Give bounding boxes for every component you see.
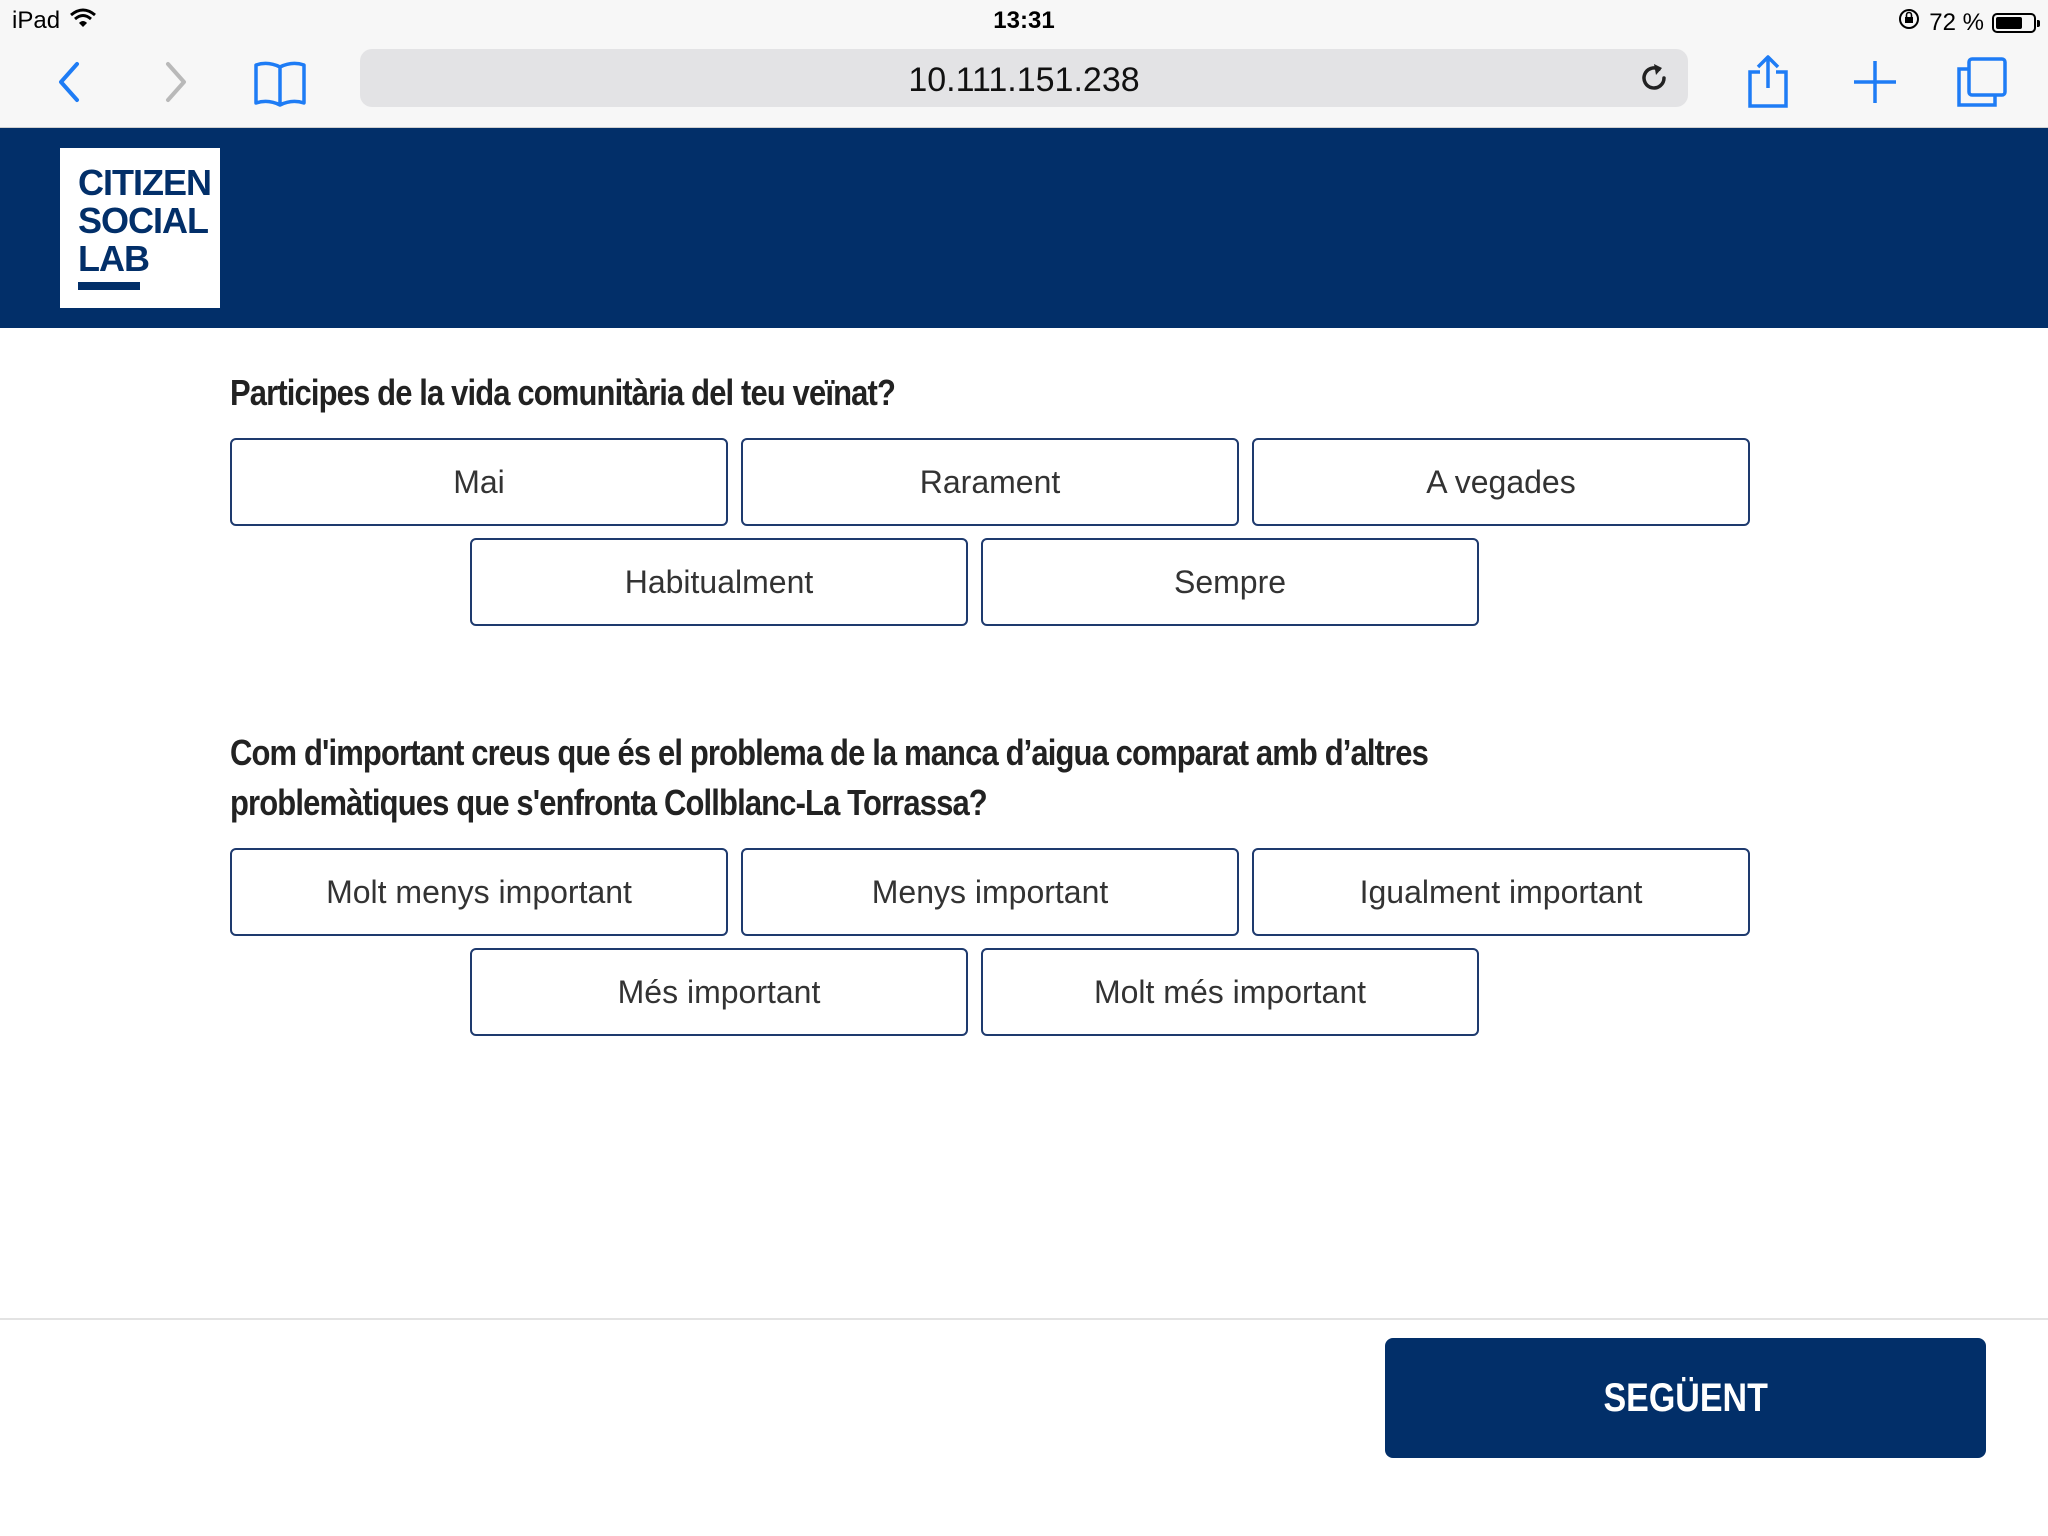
- q2-option-molt-mes-important[interactable]: Molt més important: [981, 948, 1479, 1036]
- address-bar[interactable]: 10.111.151.238: [360, 49, 1688, 107]
- share-icon[interactable]: [1738, 52, 1798, 112]
- status-time: 13:31: [993, 7, 1055, 34]
- tabs-icon[interactable]: [1952, 52, 2012, 112]
- q1-option-a-vegades[interactable]: A vegades: [1252, 438, 1750, 526]
- logo-underline: [78, 282, 140, 290]
- battery-level: [1996, 16, 2022, 29]
- status-bar: iPad 13:31 72 %: [0, 0, 2048, 44]
- back-icon[interactable]: [40, 52, 100, 112]
- site-header: CITIZEN SOCIAL LAB: [0, 128, 2048, 328]
- question-2-title: Com d'important creus que és el problema…: [230, 732, 1429, 823]
- browser-toolbar: 10.111.151.238: [0, 44, 2048, 128]
- q1-option-habitualment[interactable]: Habitualment: [470, 538, 968, 626]
- orientation-lock-icon: [1897, 7, 1921, 38]
- q1-option-rarament[interactable]: Rarament: [741, 438, 1239, 526]
- battery-icon: [1992, 12, 2040, 33]
- q2-option-mes-important[interactable]: Més important: [470, 948, 968, 1036]
- q1-option-mai[interactable]: Mai: [230, 438, 728, 526]
- battery-percentage: 72 %: [1929, 8, 1984, 36]
- logo-line-1: CITIZEN: [78, 162, 212, 203]
- q2-option-igualment-important[interactable]: Igualment important: [1252, 848, 1750, 936]
- new-tab-icon[interactable]: [1845, 52, 1905, 112]
- question-1-title: Participes de la vida comunitària del te…: [230, 372, 896, 413]
- status-right: 72 %: [1897, 7, 2040, 38]
- bookmarks-icon[interactable]: [250, 52, 310, 112]
- next-button[interactable]: SEGÜENT: [1385, 1338, 1986, 1458]
- footer-divider: [0, 1318, 2048, 1320]
- citizen-social-lab-logo[interactable]: CITIZEN SOCIAL LAB: [60, 148, 220, 308]
- logo-line-3: LAB: [78, 238, 150, 279]
- q1-option-sempre[interactable]: Sempre: [981, 538, 1479, 626]
- q2-option-molt-menys-important[interactable]: Molt menys important: [230, 848, 728, 936]
- q2-option-menys-important[interactable]: Menys important: [741, 848, 1239, 936]
- url-text: 10.111.151.238: [908, 61, 1140, 99]
- reload-icon[interactable]: [1634, 58, 1674, 98]
- logo-line-2: SOCIAL: [78, 200, 209, 241]
- next-button-label: SEGÜENT: [1603, 1375, 1768, 1420]
- forward-icon[interactable]: [145, 52, 205, 112]
